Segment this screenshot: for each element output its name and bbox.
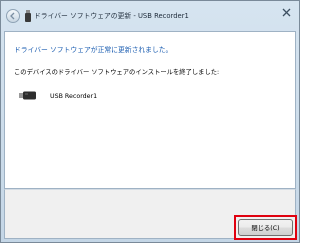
- close-button[interactable]: 閉じる(C): [238, 219, 293, 236]
- usb-device-icon: [19, 91, 36, 100]
- install-message: このデバイスのドライバー ソフトウェアのインストールを終了しました:: [14, 69, 220, 76]
- back-arrow-icon: [10, 12, 15, 20]
- back-button[interactable]: [6, 9, 20, 23]
- dialog-window: ドライバー ソフトウェアの更新 - USB Recorder1 ドライバー ソフ…: [0, 0, 300, 243]
- usb-icon: [25, 10, 31, 22]
- close-icon: [282, 8, 290, 16]
- device-name: USB Recorder1: [50, 92, 98, 100]
- window-close-button[interactable]: [279, 5, 293, 19]
- success-heading: ドライバー ソフトウェアが正常に更新されました。: [14, 46, 173, 54]
- window-title: ドライバー ソフトウェアの更新 - USB Recorder1: [34, 12, 189, 20]
- title-bar: ドライバー ソフトウェアの更新 - USB Recorder1: [1, 1, 299, 31]
- content-panel: ドライバー ソフトウェアが正常に更新されました。 このデバイスのドライバー ソフ…: [4, 31, 296, 189]
- device-item: USB Recorder1: [19, 90, 97, 102]
